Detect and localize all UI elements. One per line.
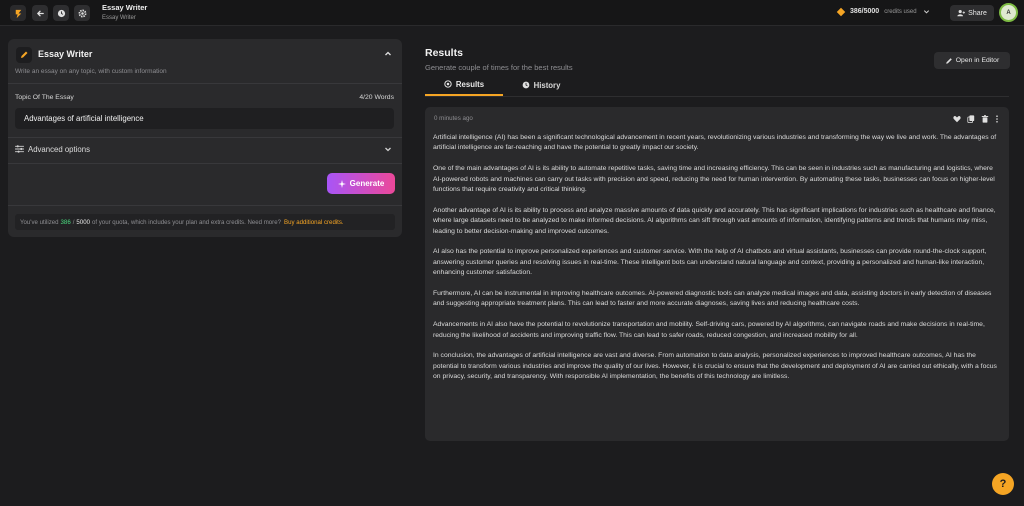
settings-button[interactable] — [74, 5, 90, 21]
tab-results[interactable]: Results — [425, 74, 503, 96]
tabs-divider — [425, 96, 1009, 97]
essay-paragraph: In conclusion, the advantages of artific… — [433, 352, 997, 381]
clock-icon — [57, 9, 65, 17]
copy-icon[interactable] — [967, 115, 975, 123]
sliders-icon — [15, 145, 24, 153]
essay-paragraph: Advancements in AI also have the potenti… — [433, 321, 985, 339]
top-bar: Essay Writer Essay Writer 386/5000 credi… — [0, 0, 1024, 26]
history-button[interactable] — [53, 5, 69, 21]
gear-icon — [78, 9, 86, 17]
tool-subtitle: Write an essay on any topic, with custom… — [15, 68, 167, 75]
divider — [8, 137, 402, 138]
divider — [8, 205, 402, 206]
sparkle-icon — [337, 179, 346, 188]
credits-diamond-icon — [836, 7, 846, 16]
essay-paragraph: One of the main advantages of AI is its … — [433, 165, 995, 194]
open-in-editor-label: Open in Editor — [955, 57, 1000, 64]
result-card: 0 minutes ago Artificial intelligence (A… — [425, 107, 1009, 441]
essay-paragraph: Furthermore, AI can be instrumental in i… — [433, 290, 992, 308]
topic-label: Topic Of The Essay — [15, 94, 74, 101]
results-subtitle: Generate couple of times for the best re… — [425, 63, 573, 72]
heart-icon[interactable] — [953, 115, 961, 123]
result-timestamp: 0 minutes ago — [434, 115, 473, 122]
word-count: 4/20 Words — [359, 94, 394, 101]
quota-total: 5000 — [76, 218, 90, 226]
share-button[interactable]: Share — [950, 5, 994, 21]
avatar-letter: A — [1006, 9, 1011, 16]
quota-prefix: You've utilized — [20, 218, 59, 226]
tool-title: Essay Writer — [38, 49, 93, 59]
result-actions — [953, 115, 999, 123]
advanced-options-toggle[interactable]: Advanced options — [8, 139, 402, 159]
tab-results-label: Results — [455, 79, 485, 89]
topic-input[interactable] — [15, 108, 394, 129]
essay-paragraph: Artificial intelligence (AI) has been a … — [433, 134, 997, 152]
essay-paragraph: AI also has the potential to improve per… — [433, 248, 987, 277]
target-icon — [444, 80, 452, 88]
results-title: Results — [425, 47, 463, 59]
generate-button[interactable]: Generate — [327, 173, 395, 194]
arrow-left-icon — [36, 10, 44, 16]
chevron-down-icon — [923, 10, 929, 14]
generate-label: Generate — [349, 179, 385, 188]
avatar[interactable]: A — [999, 3, 1018, 22]
user-plus-icon — [957, 9, 966, 17]
more-vertical-icon[interactable] — [995, 115, 999, 123]
buy-credits-link[interactable]: Buy additional credits. — [284, 219, 344, 226]
pencil-icon — [945, 57, 952, 64]
app-title: Essay Writer — [102, 3, 148, 12]
collapse-button[interactable] — [384, 50, 392, 58]
help-label: ? — [999, 478, 1007, 490]
clock-icon — [522, 81, 529, 89]
share-label: Share — [968, 9, 987, 17]
chevron-down-icon — [385, 147, 391, 152]
pencil-icon — [16, 47, 32, 63]
help-button[interactable]: ? — [992, 473, 1014, 495]
quota-used: 386 — [60, 218, 71, 226]
chevron-up-icon — [385, 51, 391, 56]
advanced-options-label: Advanced options — [28, 145, 90, 154]
essay-paragraph: Another advantage of AI is its ability t… — [433, 206, 996, 235]
essay-writer-panel: Essay Writer Write an essay on any topic… — [8, 39, 402, 237]
credits-dropdown[interactable]: 386/5000 credits used — [836, 7, 930, 16]
tab-history-label: History — [533, 80, 561, 90]
quota-suffix: of your quota, which includes your plan … — [91, 218, 281, 226]
divider — [8, 163, 402, 164]
back-button[interactable] — [32, 5, 48, 21]
divider — [8, 83, 402, 84]
credits-value: 386/5000 — [850, 8, 880, 15]
quota-separator: / — [72, 218, 75, 226]
credits-label: credits used — [884, 8, 917, 15]
quota-notice: You've utilized 386 / 5000 of your quota… — [15, 214, 395, 230]
open-in-editor-button[interactable]: Open in Editor — [934, 52, 1010, 69]
tab-history[interactable]: History — [509, 74, 573, 96]
app-breadcrumb: Essay Writer — [102, 15, 136, 21]
trash-icon[interactable] — [981, 115, 989, 123]
app-logo-icon[interactable] — [10, 5, 26, 21]
essay-output: Artificial intelligence (AI) has been a … — [433, 133, 999, 393]
